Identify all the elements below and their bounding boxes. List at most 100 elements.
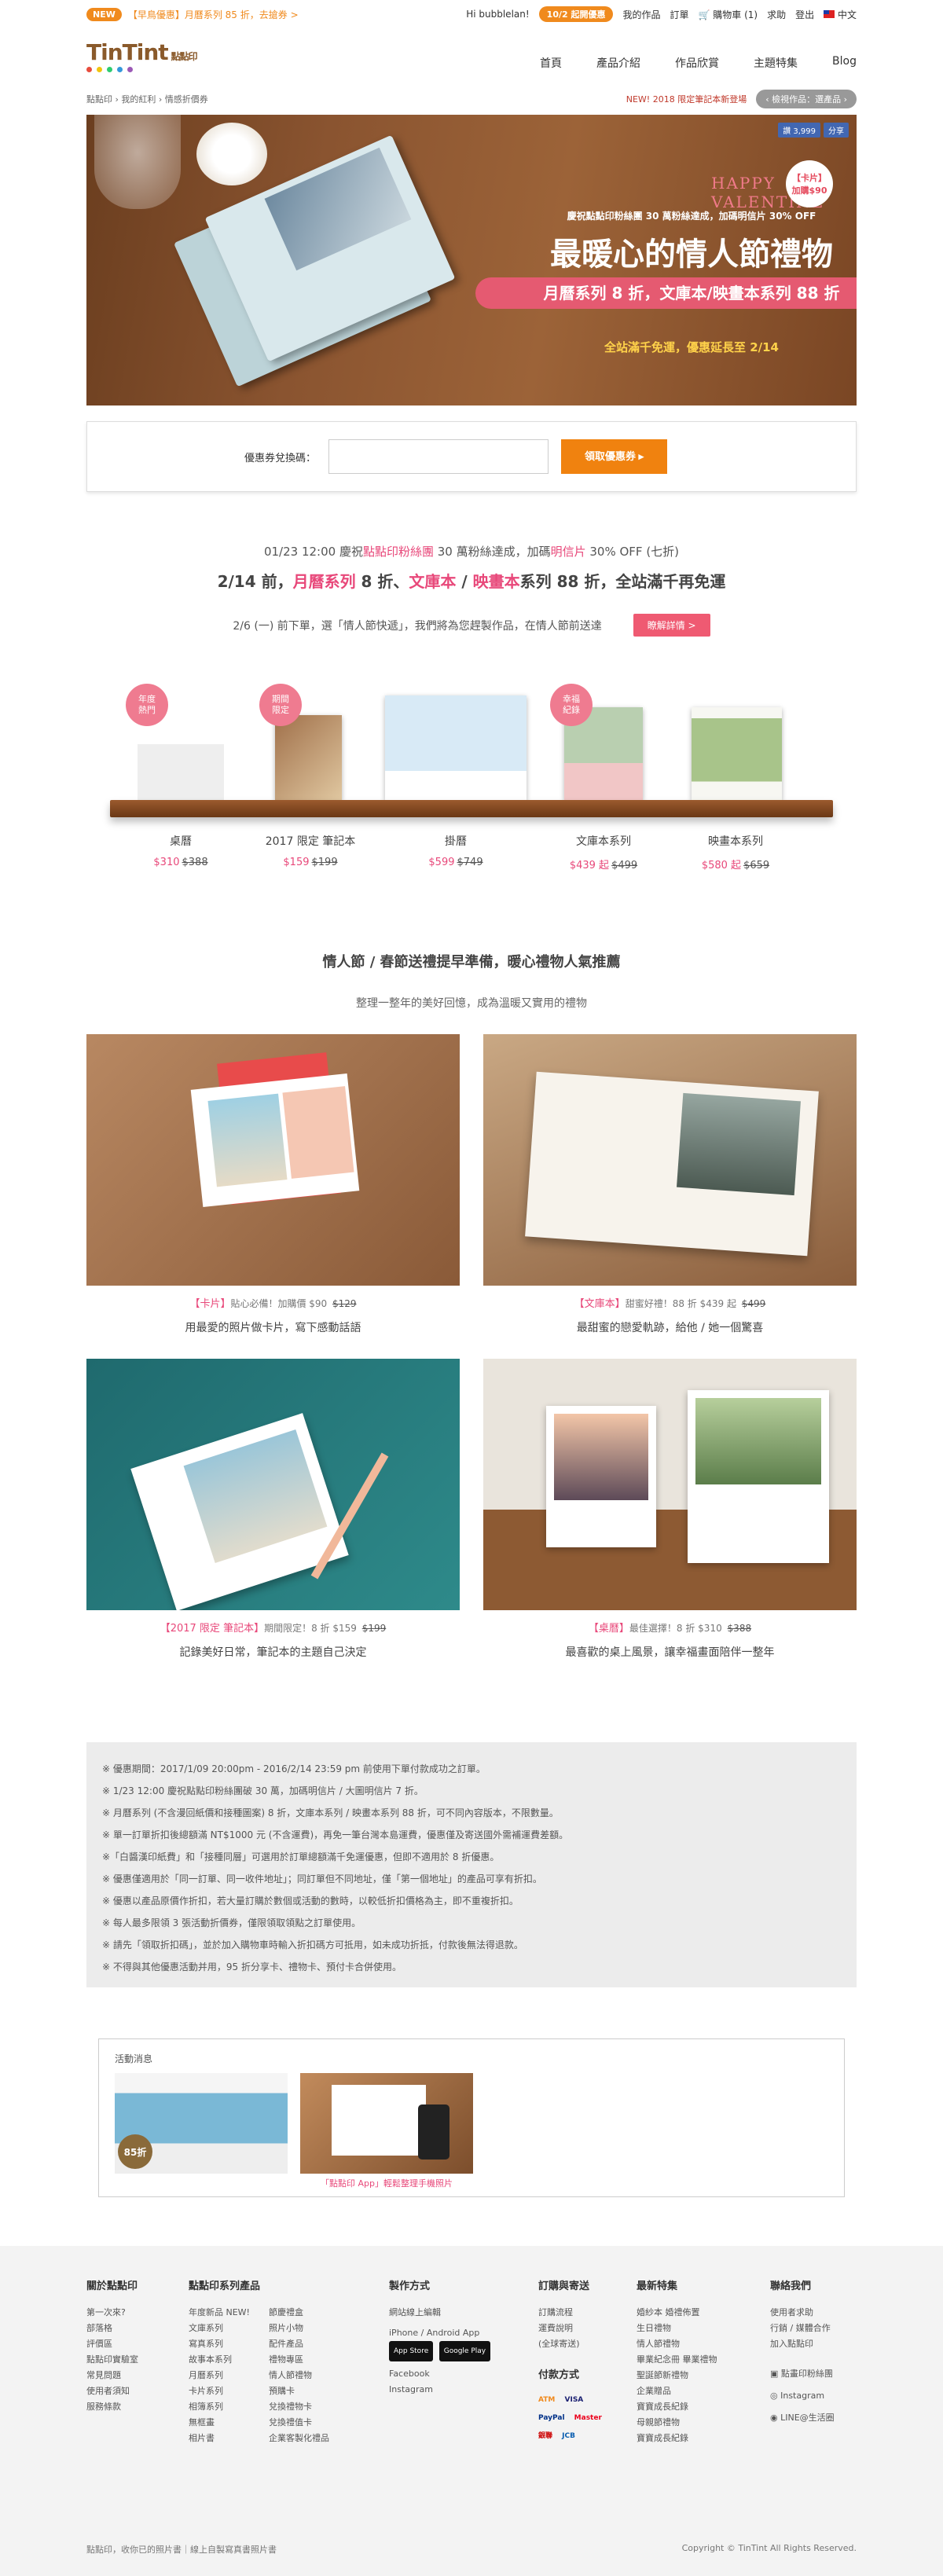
footer-link[interactable]: 第一次來?: [86, 2305, 189, 2321]
learn-more-button[interactable]: 瞭解詳情 >: [633, 614, 710, 637]
greeting: Hi bubblelan!: [466, 9, 530, 20]
footer-link[interactable]: 照片小物: [269, 2321, 329, 2336]
nav-themes[interactable]: 主題特集: [754, 55, 798, 71]
breadcrumb-home[interactable]: 點點印: [86, 94, 112, 105]
hero-shipping: 全站滿千免運，優惠延長至 2/14: [604, 340, 779, 354]
line-link[interactable]: ◉ LINE@生活圈: [770, 2410, 857, 2426]
fb-like-button[interactable]: 讚 3,999: [778, 123, 820, 138]
facebook-link[interactable]: ▣ 點畫印粉絲團: [770, 2366, 857, 2382]
footer-col-about: 關於點點印 第一次來? 部落格 評價區 點點印實驗室 常見問題 使用者須知 服務…: [86, 2277, 189, 2446]
terms-item: ※ 月曆系列 (不含漫回紙價和接種圖案) 8 折，文庫本系列 / 映畫本系列 8…: [102, 1807, 559, 1818]
footer-link[interactable]: 評價區: [86, 2336, 189, 2352]
footer-link[interactable]: 寫真系列: [189, 2336, 250, 2352]
gift-grid: 【卡片】貼心必備！加購價 $90 $129 用最愛的照片做卡片，寫下感動話語 【…: [86, 1034, 857, 1660]
footer-link[interactable]: Instagram: [389, 2382, 538, 2398]
footer-link[interactable]: Facebook: [389, 2366, 538, 2382]
footer-link[interactable]: 卡片系列: [189, 2383, 250, 2399]
nav-blog[interactable]: Blog: [832, 55, 857, 71]
footer-link[interactable]: 相片書: [189, 2431, 250, 2446]
shelf-label-notebook[interactable]: 2017 限定 筆記本 $159 $199: [248, 833, 373, 868]
footer-link[interactable]: 月曆系列: [189, 2368, 250, 2383]
new-notebook-link[interactable]: NEW! 2018 限定筆記本新登場: [626, 93, 747, 105]
footer-link[interactable]: iPhone / Android App: [389, 2325, 538, 2341]
fb-share-button[interactable]: 分享: [824, 123, 849, 138]
google-play-badge[interactable]: Google Play: [438, 2341, 491, 2361]
footer-link[interactable]: 年度新品 NEW!: [189, 2305, 250, 2321]
get-coupon-button[interactable]: 領取優惠券 ▸: [561, 439, 668, 474]
terms-item: ※ 優惠期間：2017/1/09 20:00pm - 2016/2/14 23:…: [102, 1763, 486, 1774]
hero-banner[interactable]: HAPPY VALENTINE 【卡片】 加購$90 讚 3,999 分享 慶祝…: [86, 115, 857, 405]
footer-link[interactable]: 預購卡: [269, 2383, 329, 2399]
footer-link[interactable]: 訂購流程: [538, 2305, 637, 2321]
gift-bunko[interactable]: 【文庫本】甜蜜好禮！88 折 $439 起 $499 最甜蜜的戀愛軌跡，給他 /…: [483, 1034, 857, 1335]
footer-link[interactable]: 運費說明: [538, 2321, 637, 2336]
footer-link[interactable]: 寶寶成長紀錄: [637, 2431, 770, 2446]
footer-link[interactable]: 寶寶成長紀錄: [637, 2399, 770, 2415]
footer-link[interactable]: 畢業紀念冊 畢業禮物: [637, 2352, 770, 2368]
footer-link[interactable]: 加入點點印: [770, 2336, 857, 2352]
footer-link[interactable]: 配件產品: [269, 2336, 329, 2352]
instagram-link[interactable]: ◎ Instagram: [770, 2388, 857, 2404]
shelf-label-bunko[interactable]: 文庫本系列 $439 起 $499: [541, 833, 666, 872]
card-badge-bottom: 加購$90: [791, 185, 827, 196]
nav-products[interactable]: 產品介紹: [596, 55, 640, 71]
footer-link[interactable]: 文庫系列: [189, 2321, 250, 2336]
shelf-label-photobook[interactable]: 映畫本系列 $580 起 $659: [673, 833, 798, 872]
orders-link[interactable]: 訂單: [670, 8, 689, 21]
nav-gallery[interactable]: 作品欣賞: [675, 55, 719, 71]
gift-notebook[interactable]: 【2017 限定 筆記本】期間限定！8 折 $159 $199 記錄美好日常，筆…: [86, 1359, 460, 1660]
help-link[interactable]: 求助: [767, 8, 786, 21]
footer-link[interactable]: 無框畫: [189, 2415, 250, 2431]
language-switch[interactable]: 中文: [824, 8, 857, 21]
footer-link[interactable]: 母親節禮物: [637, 2415, 770, 2431]
footer-link[interactable]: 婚紗本 婚禮佈置: [637, 2305, 770, 2321]
notebook-image[interactable]: [275, 715, 342, 800]
footer-col-features: 最新特集 婚紗本 婚禮佈置 生日禮物 情人節禮物 畢業紀念冊 畢業禮物 聖誕節新…: [637, 2277, 770, 2446]
shelf-label-wall-calendar[interactable]: 掛曆 $599 $749: [393, 833, 519, 868]
card-photo: [86, 1034, 460, 1286]
footer-link[interactable]: 使用者求助: [770, 2305, 857, 2321]
footer-tagline: 點點印，收你已的照片書｜線上自製寫真書照片書: [86, 2545, 277, 2555]
promo-link[interactable]: 【早鳥優惠】月曆系列 85 折，去搶券 >: [128, 8, 299, 21]
gift-card[interactable]: 【卡片】貼心必備！加購價 $90 $129 用最愛的照片做卡片，寫下感動話語: [86, 1034, 460, 1335]
footer-link[interactable]: (全球寄送): [538, 2336, 637, 2352]
footer-link[interactable]: 兌換禮物卡: [269, 2399, 329, 2415]
footer-link[interactable]: 使用者須知: [86, 2383, 189, 2399]
footer-link[interactable]: 常見問題: [86, 2368, 189, 2383]
app-store-badge[interactable]: App Store: [389, 2341, 434, 2361]
footer-link[interactable]: 兌換禮值卡: [269, 2415, 329, 2431]
wall-calendar-image[interactable]: [385, 695, 527, 800]
view-works-pill[interactable]: ‹ 檢視作品：選產品 ›: [756, 90, 857, 108]
nav-home[interactable]: 首頁: [540, 55, 562, 71]
footer-link[interactable]: 服務條款: [86, 2399, 189, 2415]
cart-link[interactable]: 🛒 購物車 (1): [699, 8, 758, 21]
footer-link[interactable]: 節慶禮盒: [269, 2305, 329, 2321]
footer-link[interactable]: 聖誕節新禮物: [637, 2368, 770, 2383]
new-badge: NEW: [86, 7, 122, 21]
breadcrumb-bonus[interactable]: 我的紅利: [121, 94, 156, 105]
logo[interactable]: TinTint 點點印: [86, 39, 198, 72]
coupon-input[interactable]: [328, 439, 549, 474]
footer-link[interactable]: 禮物專區: [269, 2352, 329, 2368]
footer-link[interactable]: 部落格: [86, 2321, 189, 2336]
photobook-image[interactable]: [692, 707, 782, 800]
logo-dot: [97, 67, 102, 72]
shelf-label-desk-calendar[interactable]: 桌曆 $310 $388: [118, 833, 244, 868]
footer-link[interactable]: 相簿系列: [189, 2399, 250, 2415]
footer-link[interactable]: 企業客製化禮品: [269, 2431, 329, 2446]
gift-desk-calendar[interactable]: 【桌曆】最佳選擇！8 折 $310 $388 最喜歡的桌上風景，讓幸福畫面陪伴一…: [483, 1359, 857, 1660]
footer-link[interactable]: 情人節禮物: [269, 2368, 329, 2383]
activity-calendar-promo[interactable]: 85折: [115, 2073, 288, 2189]
footer-link[interactable]: 故事本系列: [189, 2352, 250, 2368]
footer-link[interactable]: 行銷 / 媒體合作: [770, 2321, 857, 2336]
footer-link[interactable]: 點點印實驗室: [86, 2352, 189, 2368]
footer-link[interactable]: 情人節禮物: [637, 2336, 770, 2352]
footer-link[interactable]: 網站線上編輯: [389, 2305, 538, 2321]
footer-link[interactable]: 生日禮物: [637, 2321, 770, 2336]
footer-link[interactable]: 企業贈品: [637, 2383, 770, 2399]
activity-app-promo[interactable]: 「點點印 App」輕鬆整理手機照片: [300, 2073, 473, 2189]
logout-link[interactable]: 登出: [795, 8, 814, 21]
login-badge[interactable]: 10/2 起開優惠: [538, 6, 614, 22]
jcb-icon: JCB: [562, 2432, 575, 2440]
my-works-link[interactable]: 我的作品: [622, 8, 660, 21]
